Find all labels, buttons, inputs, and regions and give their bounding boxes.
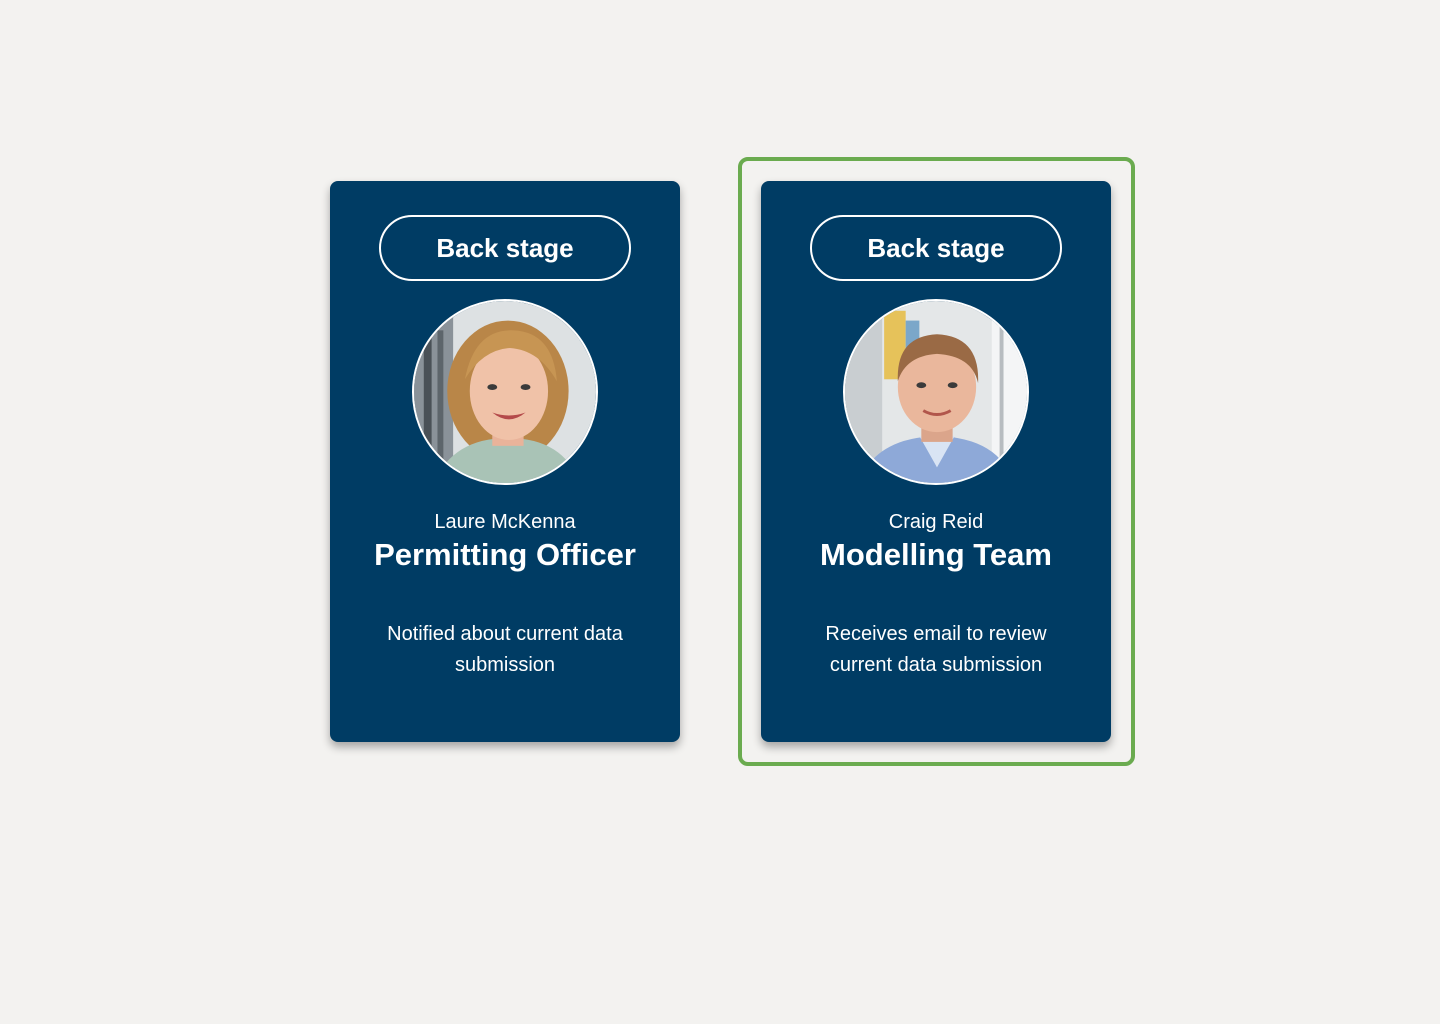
avatar xyxy=(412,299,598,485)
persona-card-laure-mckenna: Back stage Laure McKenna Permitting Offi… xyxy=(330,181,680,742)
woman-portrait-photo-icon xyxy=(414,301,596,483)
back-stage-button[interactable]: Back stage xyxy=(379,215,631,281)
man-portrait-photo-icon xyxy=(845,301,1027,483)
person-name: Craig Reid xyxy=(888,511,984,533)
back-stage-button[interactable]: Back stage xyxy=(810,215,1062,281)
avatar xyxy=(843,299,1029,485)
person-role: Permitting Officer xyxy=(374,537,636,572)
person-description: Notified about current data submission xyxy=(387,623,623,676)
person-description: Receives email to review current data su… xyxy=(825,623,1047,676)
person-role: Modelling Team xyxy=(820,537,1052,572)
person-name: Laure McKenna xyxy=(434,511,576,533)
persona-card-craig-reid: Back stage Craig Reid Modelling Team Rec… xyxy=(761,181,1111,742)
